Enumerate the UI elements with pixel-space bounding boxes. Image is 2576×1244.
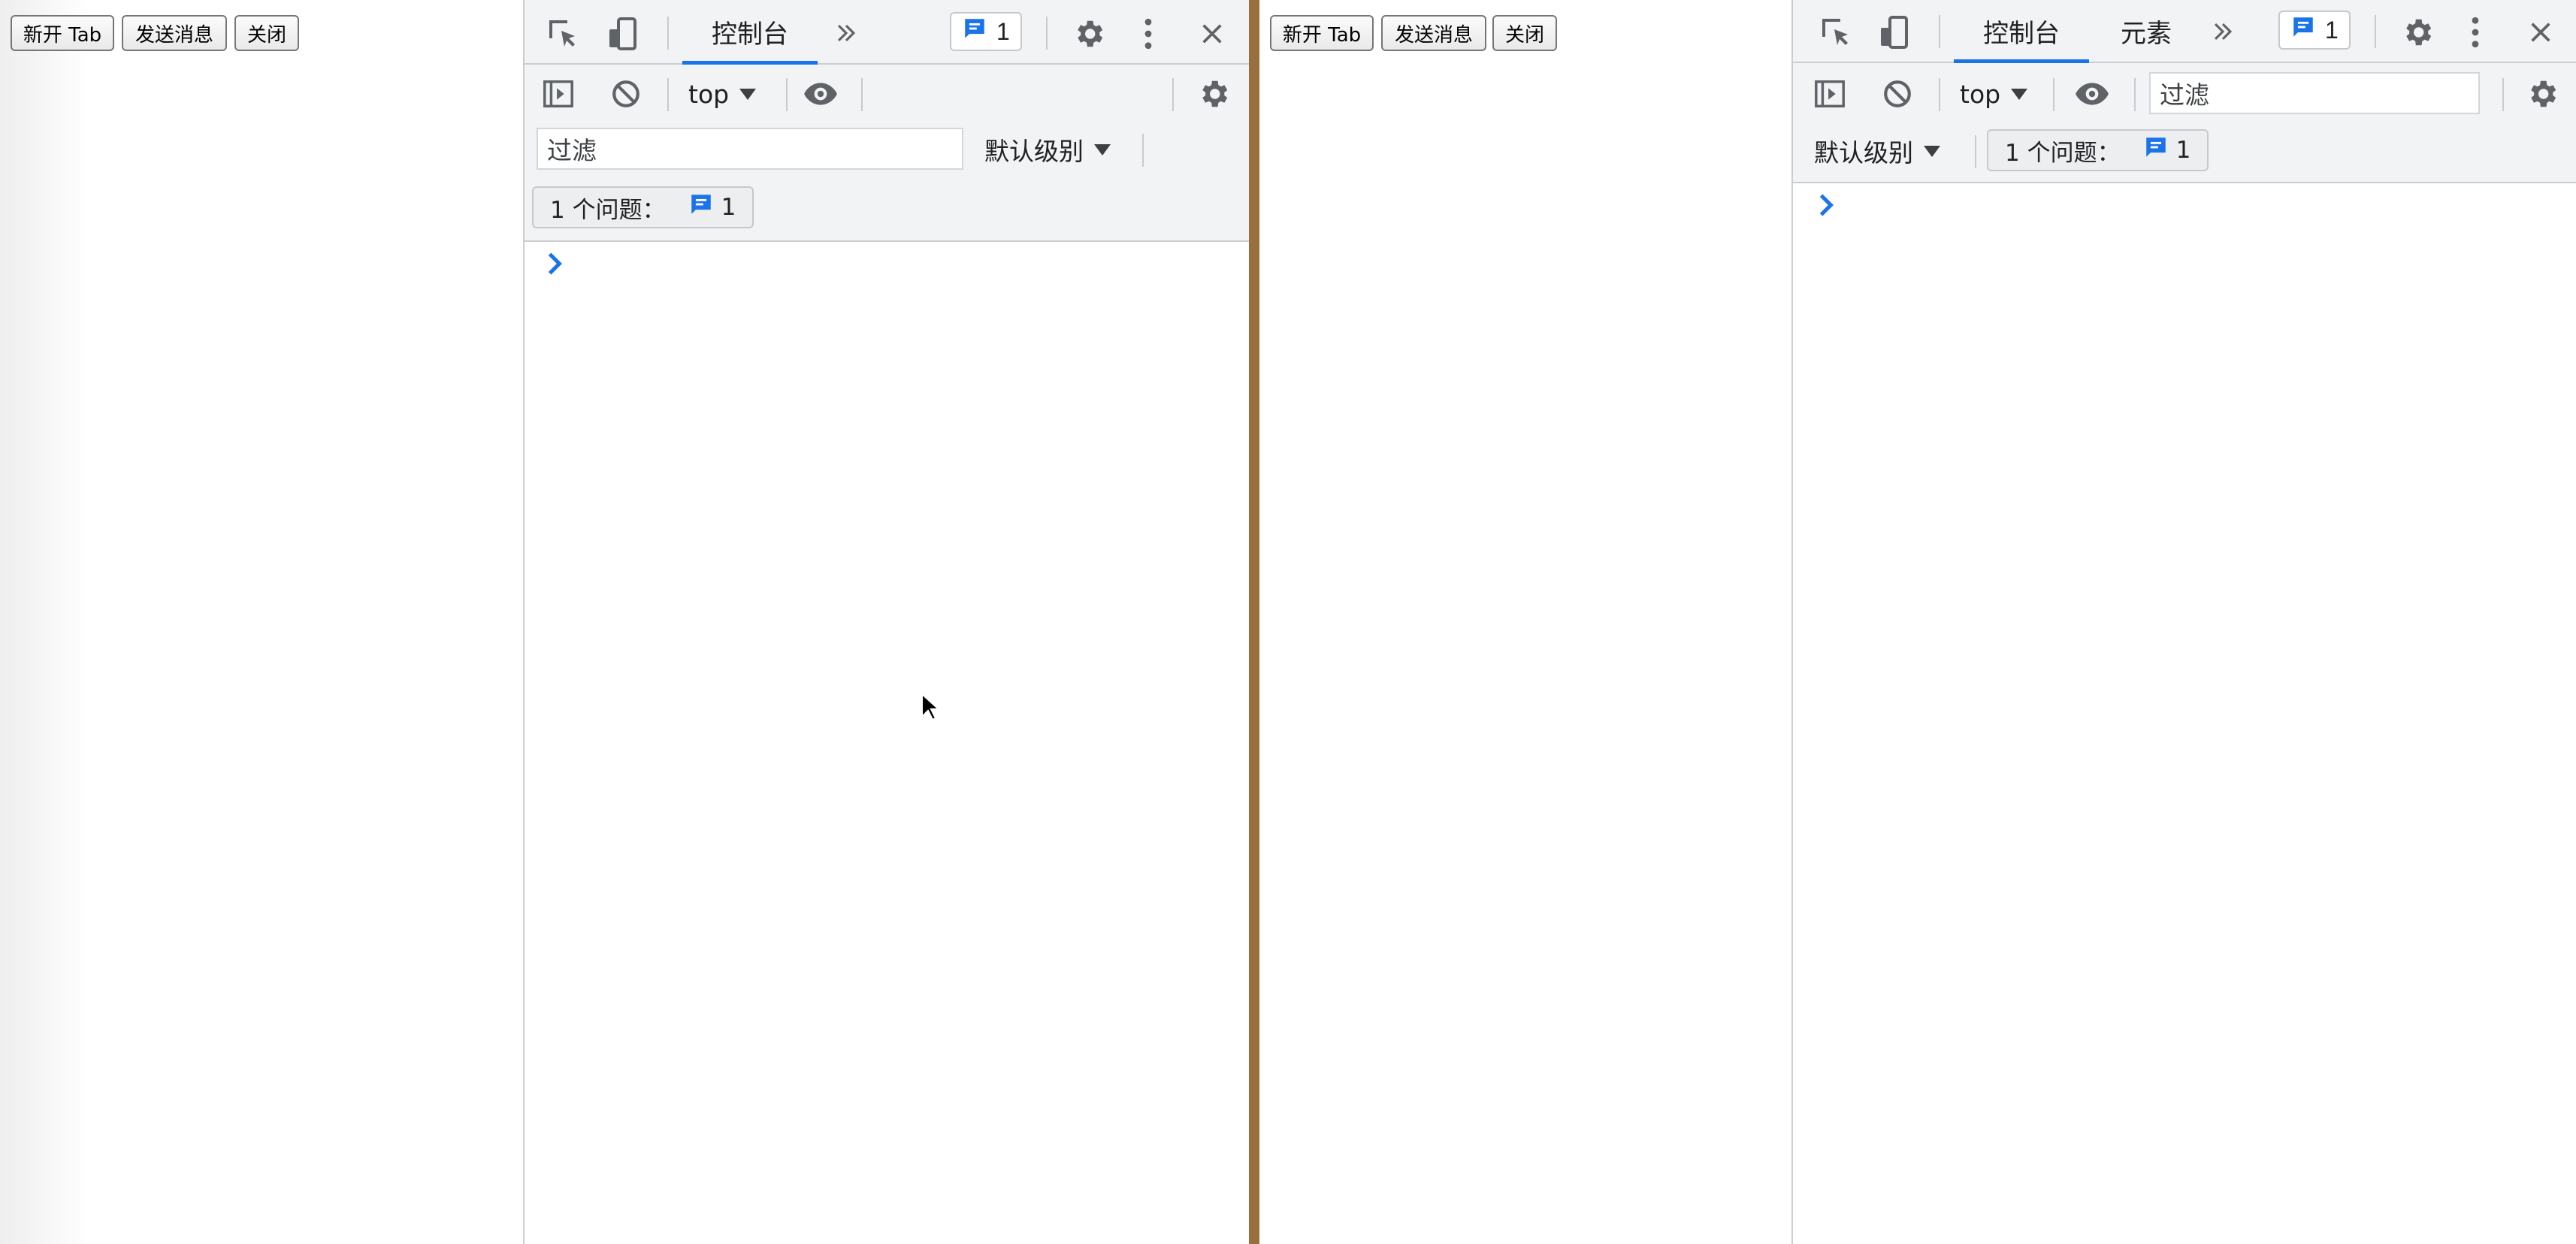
toolbar-divider: [2134, 78, 2136, 111]
new-tab-button[interactable]: 新开 Tab: [11, 15, 114, 51]
send-message-button[interactable]: 发送消息: [122, 15, 227, 51]
right-devtools-panel: 控制台 元素 1 top 过滤 默认级别 1 个问题： 1: [1791, 0, 2576, 1244]
toolbar-divider: [1172, 78, 1174, 111]
dropdown-arrow-icon: [1924, 145, 1940, 157]
console-toolbar: top 过滤 默认级别 1 个问题： 1: [1793, 63, 2576, 183]
issues-badge-button[interactable]: 1: [950, 12, 1022, 51]
new-tab-button[interactable]: 新开 Tab: [1270, 15, 1374, 51]
close-icon[interactable]: [1193, 15, 1231, 53]
tab-elements[interactable]: 元素: [2101, 0, 2191, 62]
context-selector[interactable]: top: [1960, 75, 2028, 113]
toolbar-divider: [667, 78, 669, 111]
context-selector-value: top: [688, 79, 730, 109]
left-page-area: 新开 Tab 发送消息 关闭: [0, 0, 523, 1244]
right-page-area: 新开 Tab 发送消息 关闭: [1259, 0, 1793, 1244]
send-message-button[interactable]: 发送消息: [1381, 15, 1486, 51]
filter-input[interactable]: 过滤: [2149, 72, 2480, 114]
console-prompt[interactable]: [544, 251, 574, 281]
toolbar-divider: [1975, 135, 1976, 168]
issues-label: 1 个问题：: [2005, 139, 2121, 167]
dropdown-arrow-icon: [2011, 88, 2028, 100]
devtools-main-toolbar: 控制台 元素 1: [1793, 0, 2576, 63]
toolbar-divider: [2375, 15, 2376, 48]
issues-message-icon: [962, 16, 987, 47]
issues-count-button[interactable]: 1 个问题： 1: [532, 186, 754, 228]
devtools-main-toolbar: 控制台 1: [525, 0, 1249, 65]
issues-message-icon: [2143, 134, 2169, 166]
console-settings-gear-icon[interactable]: [2523, 75, 2561, 113]
eye-icon[interactable]: [2071, 75, 2113, 113]
toolbar-divider: [1939, 15, 1940, 48]
inspect-element-icon[interactable]: [544, 15, 582, 53]
sidebar-toggle-icon[interactable]: [540, 75, 577, 113]
toolbar-divider: [1046, 17, 1048, 50]
more-tabs-icon[interactable]: [831, 18, 861, 48]
log-level-dropdown[interactable]: 默认级别: [984, 131, 1111, 168]
close-button[interactable]: 关闭: [1492, 15, 1557, 51]
context-selector-value: top: [1960, 79, 2001, 109]
issues-message-icon: [2290, 14, 2316, 46]
console-prompt[interactable]: [1816, 192, 1846, 222]
issues-badge-button[interactable]: 1: [2278, 11, 2351, 50]
issues-count: 1: [721, 194, 736, 221]
issues-count-button[interactable]: 1 个问题： 1: [1987, 129, 2209, 171]
log-level-value: 默认级别: [1814, 138, 1913, 168]
context-selector[interactable]: top: [688, 75, 757, 113]
chevron-prompt-icon: [544, 252, 565, 279]
dropdown-arrow-icon: [739, 88, 757, 100]
sidebar-toggle-icon[interactable]: [1811, 75, 1849, 113]
issues-badge-count: 1: [996, 17, 1010, 45]
more-tabs-icon[interactable]: [2208, 17, 2238, 47]
inspect-element-icon[interactable]: [1817, 14, 1855, 51]
mouse-cursor-icon: [921, 692, 941, 726]
kebab-menu-icon[interactable]: [2460, 14, 2490, 51]
filter-input[interactable]: 过滤: [537, 128, 963, 170]
clear-console-icon[interactable]: [609, 77, 643, 111]
device-toolbar-icon[interactable]: [604, 15, 642, 53]
log-level-value: 默认级别: [984, 137, 1084, 166]
toolbar-divider: [2053, 78, 2054, 111]
toolbar-divider: [667, 17, 669, 50]
kebab-menu-icon[interactable]: [1133, 15, 1163, 53]
toolbar-divider: [861, 78, 863, 111]
toolbar-divider: [1939, 78, 1940, 111]
page-shadow: [0, 0, 90, 1244]
clear-console-icon[interactable]: [1880, 77, 1915, 111]
dropdown-arrow-icon: [1094, 143, 1111, 156]
log-level-dropdown[interactable]: 默认级别: [1814, 132, 1940, 170]
console-toolbar: top 过滤 默认级别 1 个问题： 1: [525, 65, 1249, 242]
issues-badge-count: 1: [2325, 16, 2339, 44]
toolbar-divider: [1142, 134, 1144, 167]
issues-count: 1: [2175, 137, 2191, 164]
window-separator: [1249, 0, 1259, 1244]
close-icon[interactable]: [2522, 14, 2559, 51]
eye-icon[interactable]: [800, 75, 842, 113]
device-toolbar-icon[interactable]: [1876, 14, 1913, 51]
issues-label: 1 个问题：: [550, 196, 666, 224]
left-devtools-panel: 控制台 1 top 过滤 默认级别 1 个问题： 1: [523, 0, 1249, 1244]
console-settings-gear-icon[interactable]: [1195, 75, 1232, 113]
settings-gear-icon[interactable]: [1070, 15, 1108, 53]
close-button[interactable]: 关闭: [234, 15, 299, 51]
toolbar-divider: [786, 78, 788, 111]
chevron-prompt-icon: [1816, 194, 1837, 221]
settings-gear-icon[interactable]: [2399, 14, 2436, 51]
tab-console[interactable]: 控制台: [1954, 0, 2089, 63]
issues-message-icon: [688, 192, 714, 223]
tab-console[interactable]: 控制台: [682, 0, 818, 65]
toolbar-divider: [2502, 78, 2504, 111]
